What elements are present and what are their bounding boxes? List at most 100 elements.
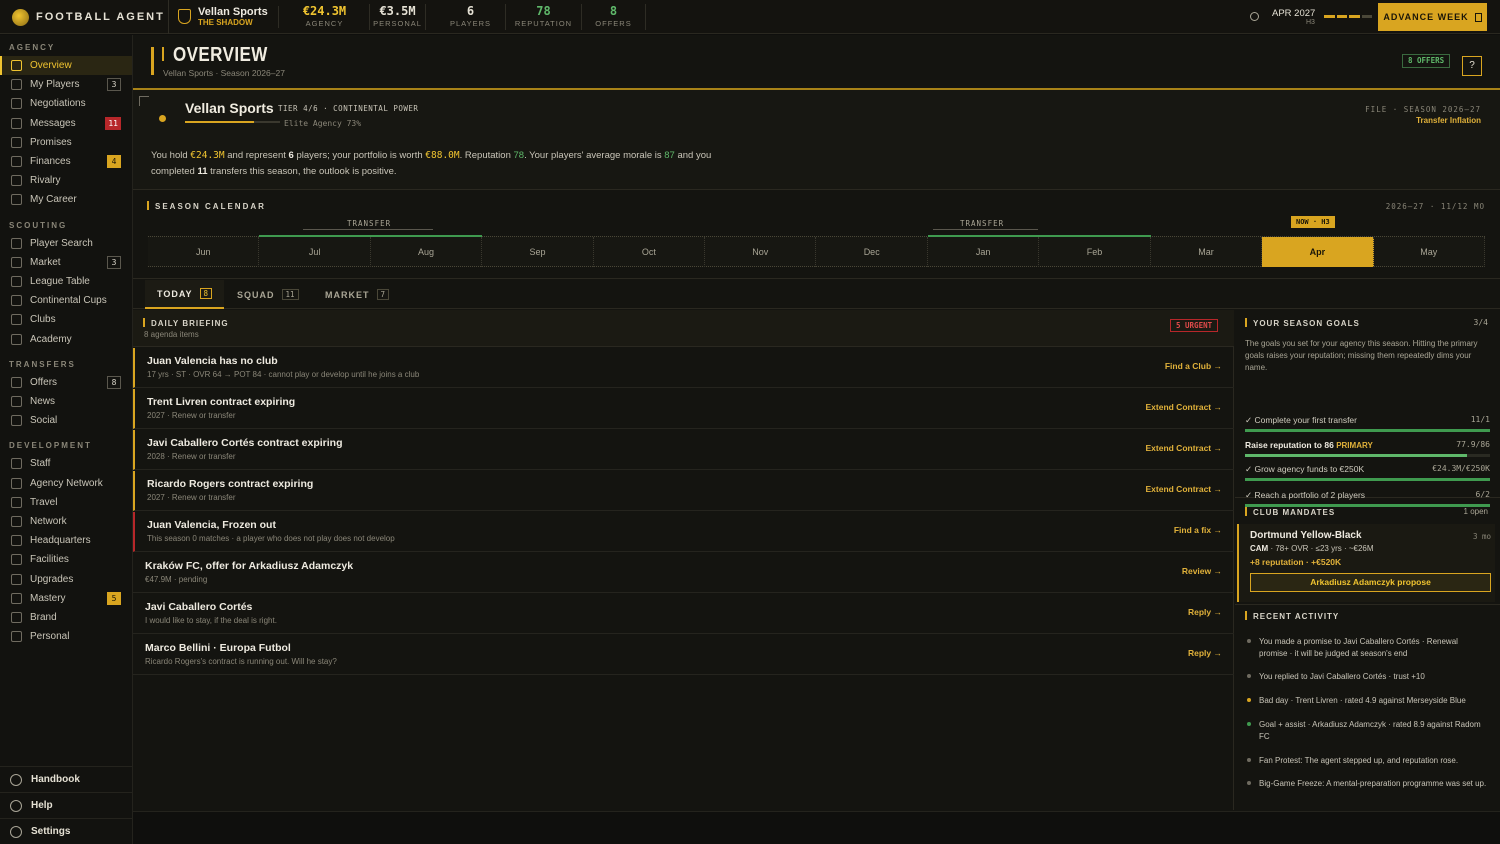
sidebar-item-headquarters[interactable]: Headquarters: [0, 531, 132, 550]
now-marker: NOW · H3: [1291, 216, 1335, 228]
sidebar-item-academy[interactable]: Academy: [0, 330, 132, 349]
season-goal: Raise reputation to 86 PRIMARY 77.9/86: [1245, 440, 1490, 458]
briefing-item[interactable]: Marco Bellini · Europa Futbol Ricardo Rog…: [133, 635, 1234, 675]
briefing-item-sub: €47.9M · pending: [145, 575, 208, 584]
sidebar-item-messages[interactable]: Messages 11: [0, 114, 132, 133]
sidebar-item-market[interactable]: Market 3: [0, 253, 132, 272]
goal-primary-tag: PRIMARY: [1336, 441, 1373, 450]
activity-dot: [1247, 722, 1251, 726]
briefing-item-action[interactable]: Review →: [1182, 566, 1222, 576]
sidebar-item-rivalry[interactable]: Rivalry: [0, 171, 132, 190]
briefing-item-action[interactable]: Extend Contract →: [1145, 484, 1222, 494]
activity-text: You replied to Javi Caballero Cortés · t…: [1259, 672, 1425, 681]
sidebar-item-finances[interactable]: Finances 4: [0, 152, 132, 171]
sidebar-item-promises[interactable]: Promises: [0, 133, 132, 152]
tab-market[interactable]: MARKET 7: [313, 280, 401, 309]
calendar-month[interactable]: Aug: [371, 237, 483, 267]
briefing-item[interactable]: Javi Caballero Cortés contract expiring 2…: [133, 430, 1234, 470]
sidebar-item-personal[interactable]: Personal: [0, 627, 132, 646]
briefing-item[interactable]: Ricardo Rogers contract expiring 2027 · R…: [133, 471, 1234, 511]
sidebar-item-news[interactable]: News: [0, 392, 132, 411]
stat-value: 6: [466, 4, 475, 18]
transfer-window-bar: [259, 235, 483, 237]
sidebar-item-league-table[interactable]: League Table: [0, 272, 132, 291]
goal-progress-fill: [1245, 429, 1490, 432]
sidebar-item-network[interactable]: Network: [0, 512, 132, 531]
sidebar-item-clubs[interactable]: Clubs: [0, 310, 132, 329]
sidebar-item-my-career[interactable]: My Career: [0, 190, 132, 209]
sidebar-item-label: Academy: [30, 333, 72, 345]
briefing-item-action[interactable]: Reply →: [1188, 607, 1222, 617]
goal-label: Raise reputation to 86: [1245, 440, 1334, 450]
broadcast-icon: [11, 415, 22, 427]
calendar-month[interactable]: May: [1374, 237, 1485, 267]
globe-icon: [11, 396, 22, 407]
season-goals: YOUR SEASON GOALS 3/4 The goals you set …: [1235, 310, 1500, 507]
mandates-count: 1 open: [1463, 507, 1488, 516]
sidebar-item-upgrades[interactable]: Upgrades: [0, 570, 132, 589]
search-icon[interactable]: [1250, 12, 1259, 21]
calendar-month[interactable]: Dec: [817, 237, 928, 267]
sidebar-item-negotiations[interactable]: Negotiations: [0, 94, 132, 113]
sidebar-item-facilities[interactable]: Facilities: [0, 550, 132, 569]
sidebar-badge: 8: [107, 375, 121, 389]
tab-squad[interactable]: SQUAD 11: [225, 280, 311, 309]
offers-badge[interactable]: 8 OFFERS: [1402, 54, 1451, 68]
stat-personal: €3.5M PERSONAL: [370, 4, 426, 30]
calendar-month[interactable]: Mar: [1151, 237, 1263, 267]
calendar-month[interactable]: Feb: [1039, 237, 1151, 267]
briefing-item-action[interactable]: Find a Club →: [1165, 361, 1222, 371]
sidebar-bottom-help[interactable]: Help: [0, 792, 132, 818]
agency-card-name: Vellan Sports: [185, 100, 274, 116]
sidebar-item-agency-network[interactable]: Agency Network: [0, 474, 132, 493]
agency-level-bar: [185, 121, 280, 123]
mandate-propose-button[interactable]: Arkadiusz Adamczyk propose: [1250, 573, 1491, 592]
calendar-month[interactable]: Oct: [594, 237, 706, 267]
briefing-item[interactable]: Juan Valencia has no club 17 yrs · ST · O…: [133, 348, 1234, 388]
calendar-month[interactable]: Apr: [1262, 237, 1374, 267]
tab-label: TODAY: [157, 288, 193, 299]
link-icon: [11, 516, 22, 527]
help-button[interactable]: ?: [1462, 56, 1482, 76]
sidebar-item-my-players[interactable]: My Players 3: [0, 75, 132, 94]
calendar-month[interactable]: Jun: [148, 237, 260, 267]
briefing-item[interactable]: Javi Caballero Cortés I would like to sta…: [133, 594, 1234, 634]
activity-dot: [1247, 781, 1251, 785]
sidebar-section-label: DEVELOPMENT: [9, 441, 92, 451]
sidebar-item-offers[interactable]: Offers 8: [0, 373, 132, 392]
calendar-month[interactable]: Sep: [482, 237, 594, 267]
tab-today[interactable]: TODAY 8: [145, 280, 225, 309]
building-icon: [11, 535, 22, 547]
calendar-month[interactable]: Jul: [259, 237, 371, 267]
briefing-item[interactable]: Juan Valencia, Frozen out This season 0 m…: [133, 512, 1234, 552]
sidebar-item-mastery[interactable]: Mastery 5: [0, 589, 132, 608]
sidebar-item-social[interactable]: Social: [0, 411, 132, 430]
gear-icon: [10, 825, 22, 838]
briefing-item-action[interactable]: Extend Contract →: [1145, 443, 1222, 453]
sidebar-bottom-handbook[interactable]: Handbook: [0, 766, 132, 792]
advance-week-button[interactable]: ADVANCE WEEK: [1378, 3, 1487, 31]
sidebar-item-continental-cups[interactable]: Continental Cups: [0, 291, 132, 310]
sidebar-item-overview[interactable]: Overview: [0, 56, 132, 75]
briefing-item[interactable]: Trent Livren contract expiring 2027 · Ren…: [133, 389, 1234, 429]
briefing-item-action[interactable]: Find a fix →: [1174, 525, 1222, 535]
activity-item: Fan Protest: The agent stepped up, and r…: [1247, 755, 1487, 767]
sidebar-item-travel[interactable]: Travel: [0, 493, 132, 512]
mandate-card[interactable]: Dortmund Yellow-Black 3 mo CAM · 78+ OVR…: [1237, 524, 1495, 602]
sidebar-bottom-settings[interactable]: Settings: [0, 818, 132, 844]
sidebar-item-brand[interactable]: Brand: [0, 608, 132, 627]
briefing-item-action[interactable]: Reply →: [1188, 648, 1222, 658]
sidebar-bottom-label: Handbook: [31, 774, 80, 785]
calendar-month[interactable]: Nov: [705, 237, 817, 267]
activity-item: Goal + assist · Arkadiusz Adamczyk · rat…: [1247, 719, 1487, 743]
sidebar-item-staff[interactable]: Staff: [0, 454, 132, 473]
briefing-item-action[interactable]: Extend Contract →: [1145, 402, 1222, 412]
summary-morale: 87: [664, 150, 675, 161]
sidebar-badge: 11: [105, 116, 121, 130]
sidebar-item-label: Promises: [30, 136, 72, 148]
sidebar-item-player-search[interactable]: Player Search: [0, 234, 132, 253]
trend-icon: [11, 573, 22, 585]
briefing-item[interactable]: Kraków FC, offer for Arkadiusz Adamczyk €…: [133, 553, 1234, 593]
goal-progress: 6/2: [1475, 490, 1490, 499]
calendar-month[interactable]: Jan: [928, 237, 1040, 267]
